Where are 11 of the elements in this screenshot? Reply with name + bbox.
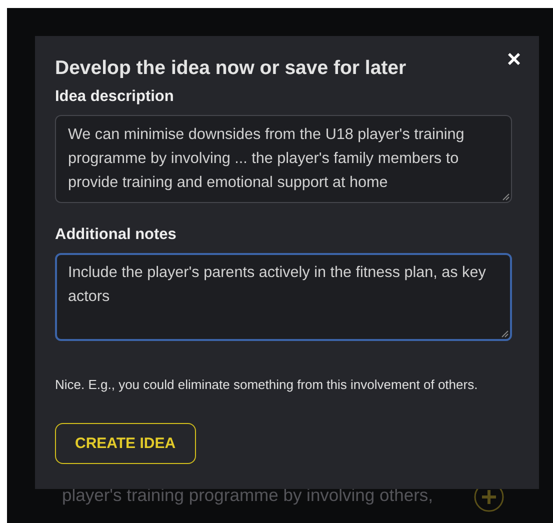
question-text: player's training programme by involving others, [62,484,434,507]
field-label: Idea description [55,88,175,106]
create-idea-button[interactable]: CREATE IDEA [55,423,196,464]
input-field[interactable]: We can minimise downsides from the U18 player's training programme by involving ... the player's family members to provide training and emotional support at home [55,115,512,203]
close-button[interactable]: × [504,46,523,74]
hint-text: Nice. E.g., you could eliminate something from this involvement of others. [55,377,479,392]
field-label: Additional notes [55,226,178,244]
dialog-title: Develop the idea now or save for later [55,57,408,80]
input-field[interactable]: Include the player's parents actively in the fitness plan, as key actors [55,253,512,341]
resize-grip-icon [501,330,509,338]
resize-grip-icon [502,193,510,201]
